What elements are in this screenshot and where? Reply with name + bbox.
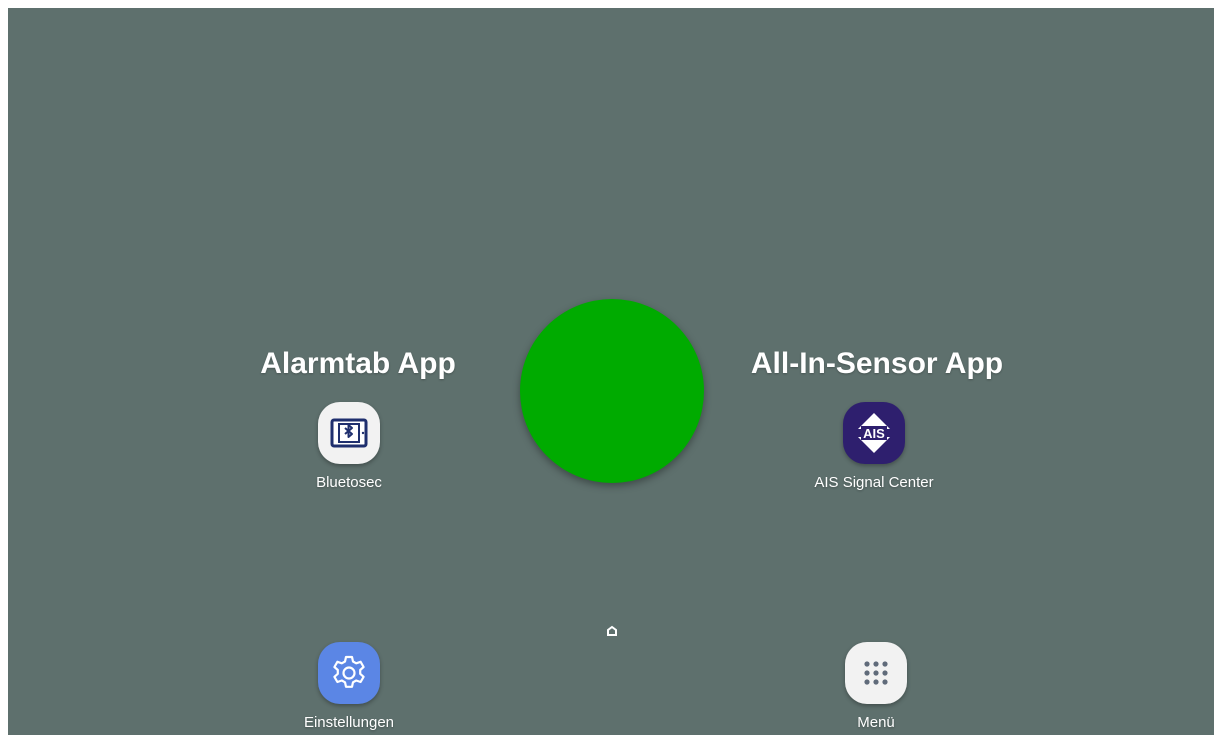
bluetosec-app-label: Bluetosec: [316, 474, 382, 491]
ais-logo-icon: AIS: [843, 402, 905, 464]
settings-app-shortcut[interactable]: Einstellungen: [259, 642, 439, 732]
ais-logo-text: AIS: [863, 426, 885, 441]
ais-signal-center-app-label: AIS Signal Center: [814, 474, 934, 491]
menu-app-label: Menü: [857, 714, 895, 731]
status-indicator-circle[interactable]: [520, 299, 704, 483]
settings-app-label: Einstellungen: [303, 714, 395, 731]
ais-signal-center-app-shortcut[interactable]: AIS AIS Signal Center: [784, 402, 964, 492]
home-page-indicator-icon: [607, 625, 617, 636]
home-screen: Alarmtab App All-In-Sensor App Bluetosec…: [8, 8, 1214, 735]
app-grid-icon: [845, 642, 907, 704]
alarmtab-app-heading: Alarmtab App: [260, 347, 456, 380]
app-drawer-button[interactable]: Menü: [786, 642, 966, 732]
gear-icon: [318, 642, 380, 704]
bluetosec-app-shortcut[interactable]: Bluetosec: [259, 402, 439, 492]
bluetosec-tablet-icon: [318, 402, 380, 464]
all-in-sensor-app-heading: All-In-Sensor App: [750, 347, 1004, 380]
